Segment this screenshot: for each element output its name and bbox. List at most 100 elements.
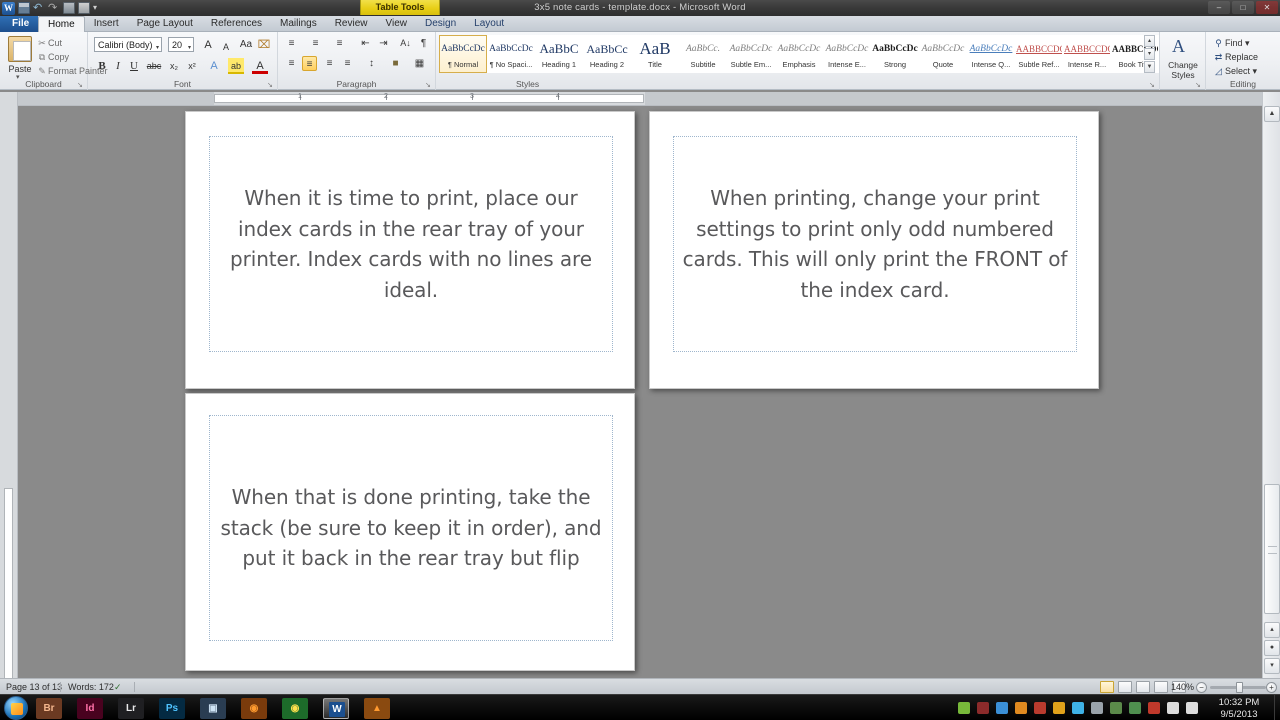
ribbon-tab-insert[interactable]: Insert (85, 16, 128, 32)
vertical-ruler[interactable] (0, 92, 18, 720)
style-item-normal[interactable]: AaBbCcDc ¶ Normal (439, 35, 487, 73)
decrease-indent-button[interactable]: ⇤ (358, 36, 373, 51)
change-styles-dialog-launcher[interactable]: ↘ (1195, 81, 1203, 89)
increase-indent-button[interactable]: ⇥ (376, 36, 391, 51)
underline-button[interactable]: U (126, 58, 142, 74)
justify-button[interactable]: ≡ (340, 56, 355, 71)
dropbox-tray-icon[interactable] (1053, 702, 1065, 714)
subscript-button[interactable]: x₂ (166, 58, 182, 74)
style-item-intense-q[interactable]: AaBbCcDc Intense Q... (967, 35, 1015, 73)
paste-button[interactable]: Paste (4, 64, 36, 74)
style-item-subtitle[interactable]: AaBbCc. Subtitle (679, 35, 727, 73)
view-web-layout-button[interactable] (1136, 681, 1150, 693)
font-size-input[interactable]: 20 ▾ (168, 37, 194, 52)
shading-button[interactable]: ■ (388, 56, 403, 71)
adobe-indesign-icon[interactable]: Id (77, 698, 103, 719)
customize-qat-icon[interactable]: ▾ (93, 2, 97, 14)
change-case-button[interactable]: Aa (238, 37, 254, 53)
style-item-intense-r[interactable]: AABBCCDC Intense R... (1063, 35, 1111, 73)
style-item-subtle-ref[interactable]: AABBCCDC Subtle Ref... (1015, 35, 1063, 73)
undo-icon[interactable]: ↶ (33, 2, 45, 14)
style-item-intense-e[interactable]: AaBbCcDc Intense E... (823, 35, 871, 73)
browse-object-button[interactable]: ● (1264, 640, 1280, 656)
close-button[interactable]: ✕ (1256, 1, 1278, 14)
print-preview-icon[interactable] (78, 2, 90, 14)
maximize-button[interactable]: □ (1232, 1, 1254, 14)
adobe-photoshop-icon[interactable]: Ps (159, 698, 185, 719)
mail-tray-icon[interactable] (1110, 702, 1122, 714)
ribbon-tab-home[interactable]: Home (38, 16, 85, 32)
text-highlight-color-button[interactable]: ab (228, 58, 244, 74)
microsoft-word-icon[interactable]: W (323, 698, 349, 719)
font-size-chevron-down-icon[interactable]: ▾ (188, 41, 191, 55)
paragraph-dialog-launcher[interactable]: ↘ (425, 81, 433, 89)
style-item-title[interactable]: AaB Title (631, 35, 679, 73)
firefox-icon[interactable]: ◉ (241, 698, 267, 719)
security-tray-icon[interactable] (1129, 702, 1141, 714)
replace-button[interactable]: ⇄ Replace (1212, 50, 1258, 64)
zoom-out-button[interactable]: − (1196, 682, 1207, 693)
style-item-no-spaci[interactable]: AaBbCcDc ¶ No Spaci... (487, 35, 535, 73)
google-chrome-icon[interactable]: ◉ (282, 698, 308, 719)
scroll-up-button[interactable]: ▲ (1264, 106, 1280, 122)
cloud-tray-icon[interactable] (1091, 702, 1103, 714)
style-item-subtle-em[interactable]: AaBbCcDc Subtle Em... (727, 35, 775, 73)
line-spacing-button[interactable]: ↕ (364, 56, 379, 71)
font-name-input[interactable]: Calibri (Body) ▾ (94, 37, 162, 52)
ribbon-tab-layout[interactable]: Layout (465, 16, 513, 32)
cut-button[interactable]: ✂ Cut (36, 37, 62, 49)
shrink-font-button[interactable]: A (218, 39, 234, 55)
styles-scroll-up-icon[interactable]: ▴ (1144, 35, 1155, 47)
grow-font-button[interactable]: A (200, 37, 216, 53)
page-2[interactable]: When printing, change your print setting… (649, 111, 1099, 389)
adobe-bridge-icon[interactable]: Br (36, 698, 62, 719)
text-effects-button[interactable]: A (206, 58, 222, 74)
styles-dialog-launcher[interactable]: ↘ (1149, 81, 1157, 89)
view-full-screen-reading-button[interactable] (1118, 681, 1132, 693)
vertical-scrollbar[interactable]: ▲ ▴ ● ▾ (1262, 92, 1280, 678)
start-orb-icon[interactable] (4, 696, 28, 720)
zoom-level-label[interactable]: 140% (1162, 679, 1194, 695)
horizontal-ruler[interactable]: 1 2 3 4 (18, 92, 1262, 106)
style-item-heading-2[interactable]: AaBbCc Heading 2 (583, 35, 631, 73)
adobe-lightroom-icon[interactable]: Lr (118, 698, 144, 719)
redo-icon[interactable]: ↷ (48, 2, 60, 14)
show-desktop-button[interactable] (1274, 695, 1280, 720)
ribbon-tab-file[interactable]: File (0, 16, 38, 32)
shield-tray-icon[interactable] (1034, 702, 1046, 714)
align-center-button[interactable]: ≡ (302, 56, 317, 71)
document-canvas[interactable]: When it is time to print, place our inde… (18, 106, 1262, 678)
style-item-quote[interactable]: AaBbCcDc Quote (919, 35, 967, 73)
vertical-scrollbar-thumb[interactable] (1264, 484, 1280, 614)
numbering-button[interactable]: ≡ (308, 36, 323, 51)
italic-button[interactable]: I (110, 58, 126, 74)
next-page-button[interactable]: ▾ (1264, 658, 1280, 674)
paste-icon[interactable] (8, 36, 32, 62)
change-styles-button[interactable]: Change Styles (1160, 60, 1206, 80)
network-tray-icon[interactable] (1167, 702, 1179, 714)
minimize-button[interactable]: – (1208, 1, 1230, 14)
clipboard-dialog-launcher[interactable]: ↘ (77, 81, 85, 89)
table-cell-2[interactable]: When printing, change your print setting… (673, 136, 1077, 352)
sort-button[interactable]: A↓ (398, 36, 413, 51)
ribbon-tab-design[interactable]: Design (416, 16, 465, 32)
bold-button[interactable]: B (94, 58, 110, 74)
clear-formatting-icon[interactable]: ⌧ (256, 37, 272, 53)
ribbon-tab-mailings[interactable]: Mailings (271, 16, 326, 32)
ribbon-tab-view[interactable]: View (377, 16, 417, 32)
sync-tray-icon[interactable] (1072, 702, 1084, 714)
select-chevron-down-icon[interactable]: ▾ (1253, 66, 1258, 76)
antivirus-tray-icon[interactable] (977, 702, 989, 714)
align-right-button[interactable]: ≡ (322, 56, 337, 71)
taskbar-clock[interactable]: 10:32 PM 9/5/2013 (1202, 695, 1276, 720)
bullets-button[interactable]: ≡ (284, 36, 299, 51)
nvidia-tray-icon[interactable] (958, 702, 970, 714)
proofing-errors-icon[interactable]: ✓ (114, 679, 122, 695)
strikethrough-button[interactable]: abc (146, 58, 162, 74)
page-3[interactable]: When that is done printing, take the sta… (185, 393, 635, 671)
style-item-heading-1[interactable]: AaBbC Heading 1 (535, 35, 583, 73)
style-item-emphasis[interactable]: AaBbCcDc Emphasis (775, 35, 823, 73)
styles-more-icon[interactable]: ▼ (1144, 61, 1155, 73)
align-left-button[interactable]: ≡ (284, 56, 299, 71)
borders-button[interactable]: ▦ (412, 56, 427, 71)
